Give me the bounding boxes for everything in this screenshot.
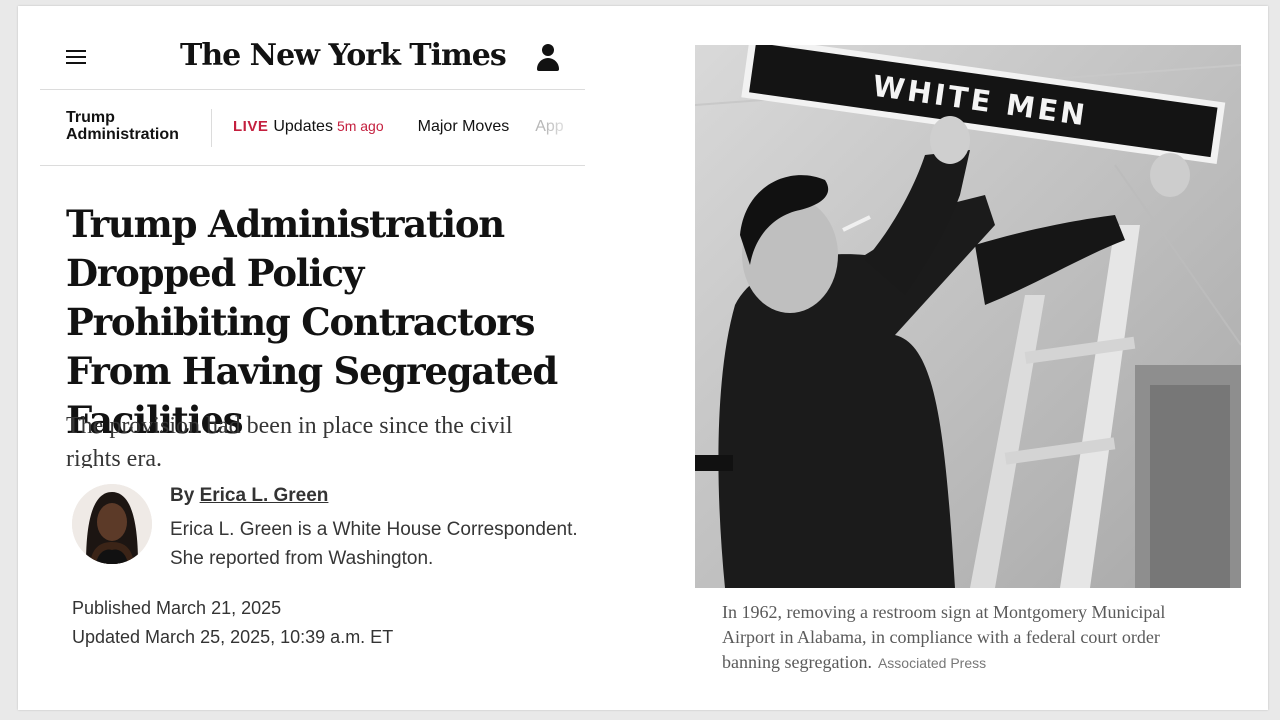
author-bio-line: She reported from Washington.	[170, 548, 434, 569]
article-summary: The provision had been in place since th…	[66, 413, 513, 468]
live-badge[interactable]: LIVE	[233, 118, 268, 135]
byline-prefix: By	[170, 485, 195, 506]
author-bio: Erica L. Green is a White House Correspo…	[170, 515, 640, 573]
nav-items-bar: LIVEUpdates5m agoMajor MovesApp	[233, 118, 585, 142]
author-bio-line: Erica L. Green is a White House Correspo…	[170, 519, 578, 540]
article-headline: Trump Administration Dropped Policy Proh…	[66, 202, 558, 442]
header-divider	[40, 89, 585, 90]
updated-ago: 5m ago	[336, 118, 384, 134]
nav-fade-overlay	[545, 114, 585, 144]
nyt-logo[interactable]: The New York Times	[180, 38, 507, 73]
nav-item-major-moves[interactable]: Major Moves	[418, 118, 510, 135]
author-avatar[interactable]	[72, 484, 152, 564]
published-date: Published March 21, 2025	[72, 598, 282, 618]
updated-date: Updated March 25, 2025, 10:39 a.m. ET	[72, 627, 394, 647]
article-dates: Published March 21, 2025 Updated March 2…	[72, 594, 492, 652]
byline: By Erica L. Green	[170, 485, 640, 507]
user-account-icon[interactable]	[537, 44, 559, 72]
hamburger-menu-icon[interactable]	[66, 50, 86, 66]
photo-credit: Associated Press	[877, 655, 987, 671]
nav-divider	[211, 109, 212, 147]
nav-item-updates[interactable]: Updates	[273, 118, 333, 135]
author-link[interactable]: Erica L. Green	[200, 485, 329, 506]
photo-caption: In 1962, removing a restroom sign at Mon…	[722, 600, 1212, 676]
nav-bottom-divider	[40, 165, 585, 166]
article-photo[interactable]: WHITE MEN	[695, 45, 1241, 588]
nav-section-title[interactable]: Trump Administration	[66, 109, 206, 143]
